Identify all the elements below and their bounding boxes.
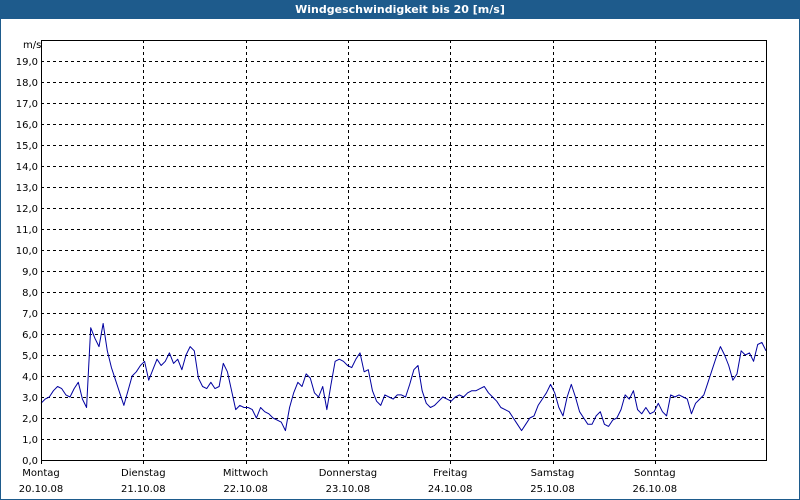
- x-tick-day-label: Mittwoch: [223, 468, 268, 479]
- x-tick-date-label: 23.10.08: [326, 484, 371, 495]
- x-axis-ticks: Montag 20.10.08 Dienstag 21.10.08 Mittwoch 22…: [19, 460, 677, 495]
- y-tick-label: 3,0: [22, 393, 38, 404]
- y-tick-label: 1,0: [22, 435, 38, 446]
- grid: [41, 40, 766, 460]
- x-tick-date-label: 24.10.08: [428, 484, 473, 495]
- x-tick-day-label: Dienstag: [121, 468, 166, 479]
- y-tick-label: 19,0: [16, 57, 38, 68]
- x-tick-date-label: 26.10.08: [633, 484, 678, 495]
- y-axis-ticks: 0,0 1,0 2,0 3,0 4,0 5,0 6,0 7,0 8,0 9,0 10,0 11,0 12…: [16, 57, 38, 467]
- y-tick-label: 6,0: [22, 330, 38, 341]
- y-axis-label: m/s: [23, 40, 41, 51]
- y-tick-label: 17,0: [16, 99, 38, 110]
- x-tick-day-label: Samstag: [531, 468, 575, 479]
- x-tick-date-label: 22.10.08: [223, 484, 268, 495]
- x-tick-day-label: Montag: [22, 468, 59, 479]
- wind-speed-chart: 0,0 1,0 2,0 3,0 4,0 5,0 6,0 7,0 8,0 9,0 10,0 11,0 12…: [16, 40, 767, 495]
- y-tick-label: 7,0: [22, 309, 38, 320]
- y-tick-label: 10,0: [16, 246, 38, 257]
- y-tick-label: 13,0: [16, 183, 38, 194]
- y-tick-label: 8,0: [22, 288, 38, 299]
- y-tick-label: 12,0: [16, 204, 38, 215]
- y-tick-label: 11,0: [16, 225, 38, 236]
- y-tick-label: 18,0: [16, 78, 38, 89]
- y-tick-label: 9,0: [22, 267, 38, 278]
- y-tick-label: 0,0: [22, 456, 38, 467]
- y-tick-label: 5,0: [22, 351, 38, 362]
- y-tick-label: 4,0: [22, 372, 38, 383]
- y-tick-label: 15,0: [16, 141, 38, 152]
- x-tick-day-label: Freitag: [433, 468, 467, 479]
- y-tick-label: 16,0: [16, 120, 38, 131]
- x-tick-day-label: Sonntag: [634, 468, 676, 479]
- x-tick-date-label: 20.10.08: [19, 484, 64, 495]
- wind-speed-series-line: [40, 323, 767, 432]
- series-layer: [40, 323, 767, 432]
- x-tick-day-label: Donnerstag: [319, 468, 377, 479]
- x-tick-date-label: 21.10.08: [121, 484, 166, 495]
- y-tick-label: 14,0: [16, 162, 38, 173]
- x-tick-date-label: 25.10.08: [530, 484, 575, 495]
- y-tick-label: 2,0: [22, 414, 38, 425]
